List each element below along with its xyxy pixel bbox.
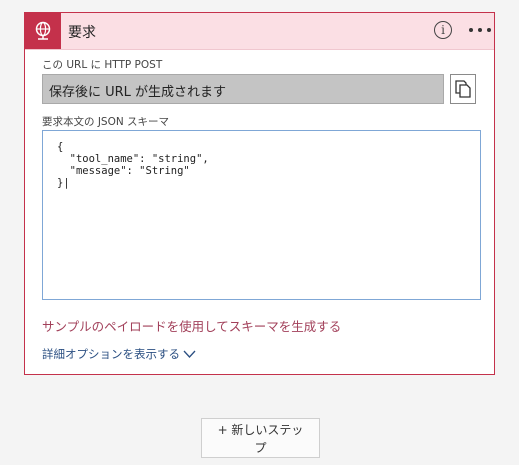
url-field: 保存後に URL が生成されます	[42, 74, 444, 104]
card-header[interactable]: 要求 i	[25, 13, 494, 50]
info-icon[interactable]: i	[434, 21, 452, 39]
new-step-button[interactable]: + 新しいステッ プ	[201, 418, 320, 458]
schema-line: "tool_name": "string",	[57, 153, 209, 165]
advanced-options-link[interactable]: 詳細オプションを表示する	[42, 346, 196, 362]
new-step-label-line2: プ	[254, 441, 267, 455]
globe-icon	[25, 13, 61, 49]
advanced-options-label: 詳細オプションを表示する	[42, 347, 180, 361]
json-schema-editor[interactable]: { "tool_name": "string", "message": "Str…	[42, 130, 481, 300]
schema-line: "message": "String"	[57, 165, 190, 177]
schema-line: {	[57, 141, 64, 153]
dot	[487, 28, 491, 32]
schema-line: }|	[57, 177, 70, 189]
schema-label: 要求本文の JSON スキーマ	[42, 116, 170, 128]
copy-icon[interactable]	[450, 74, 476, 104]
info-glyph: i	[441, 23, 445, 37]
request-trigger-card: 要求 i この URL に HTTP POST 保存後に URL が生成されます…	[24, 12, 495, 375]
card-title: 要求	[68, 25, 96, 41]
more-options-icon[interactable]	[469, 21, 491, 39]
dot	[469, 28, 473, 32]
new-step-label-line1: + 新しいステッ	[217, 423, 304, 437]
generate-schema-link[interactable]: サンプルのペイロードを使用してスキーマを生成する	[42, 316, 341, 335]
url-label: この URL に HTTP POST	[42, 59, 163, 71]
chevron-down-icon	[183, 350, 196, 358]
dot	[478, 28, 482, 32]
